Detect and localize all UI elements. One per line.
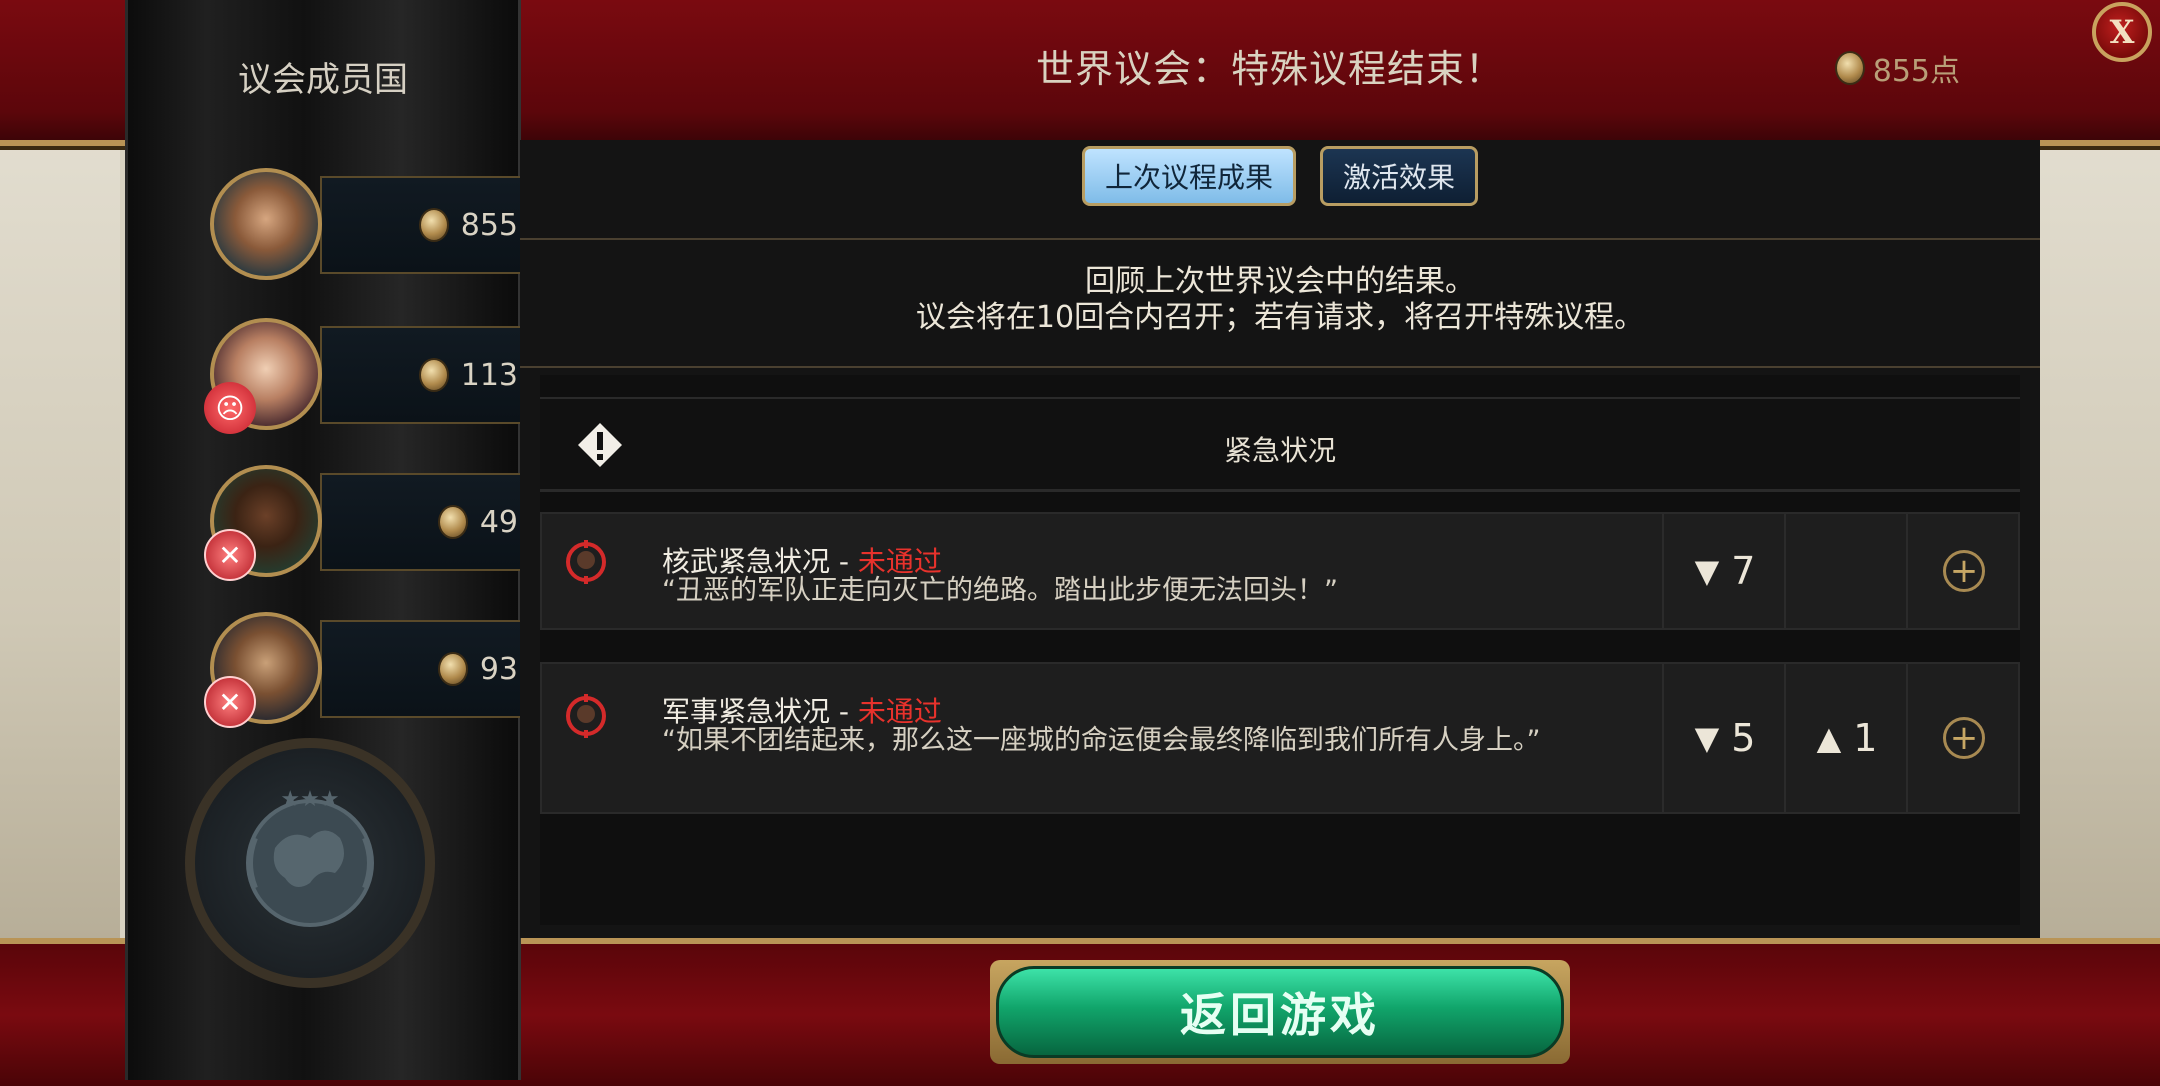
- favor-coin-icon: [437, 652, 468, 686]
- votes-for-count: 1: [1853, 716, 1878, 760]
- thumbs-down-icon: ▼: [1694, 552, 1720, 590]
- member-score-box: 49: [320, 473, 548, 571]
- resolution-status: 未通过: [857, 545, 942, 578]
- tab-last-agenda-results[interactable]: 上次议程成果: [1081, 146, 1296, 206]
- votes-against-cell: ▼ 5: [1662, 664, 1786, 812]
- resolution-title: 核武紧急状况 - 未通过: [662, 540, 942, 580]
- agenda-panel: 上次议程成果 激活效果 回顾上次世界议会中的结果。 议会将在10回合内召开；若有…: [520, 140, 2040, 938]
- right-wall-decoration: [2040, 140, 2160, 940]
- crossed-swords-icon: ✕: [204, 529, 256, 581]
- emergency-target-icon: [566, 694, 606, 738]
- tab-active-effects[interactable]: 激活效果: [1320, 146, 1479, 206]
- resolution-status: 未通过: [857, 695, 942, 728]
- svg-text:★★★: ★★★: [280, 787, 339, 812]
- resolution-name: 军事紧急状况: [662, 695, 831, 728]
- member-score: 93: [479, 651, 518, 687]
- expand-details-button[interactable]: +: [1943, 717, 1985, 759]
- resolution-quote: “丑恶的军队正走向灭亡的绝路。踏出此步便无法回头！”: [662, 575, 1338, 606]
- resolution-name: 核武紧急状况: [662, 545, 831, 578]
- angry-face-icon: ☹: [204, 382, 256, 434]
- return-to-game-button[interactable]: 返回游戏: [996, 966, 1564, 1058]
- emergency-target-icon: [566, 540, 606, 584]
- points-value: 855点: [1872, 54, 1960, 89]
- favor-coin-icon: [418, 358, 449, 392]
- description-line-1: 回顾上次世界议会中的结果。: [1085, 264, 1475, 299]
- member-row[interactable]: 855: [210, 168, 550, 280]
- left-wall-decoration: [0, 140, 120, 940]
- member-row[interactable]: 113 ☹: [204, 318, 550, 434]
- favor-coin-icon: [1834, 51, 1865, 85]
- member-score-box: 113: [320, 326, 548, 424]
- thumbs-up-icon: ▲: [1816, 719, 1842, 757]
- crossed-swords-icon: ✕: [204, 676, 256, 728]
- diplomatic-points: 855点: [1834, 46, 1960, 90]
- page-title: 世界议会：特殊议程结束！: [1035, 47, 1504, 91]
- section-title: 紧急状况: [1223, 434, 1336, 467]
- member-score-box: 855: [320, 176, 548, 274]
- favor-coin-icon: [418, 208, 449, 242]
- member-score: 113: [460, 357, 518, 393]
- votes-against-cell: ▼ 7: [1662, 514, 1786, 628]
- member-score: 49: [479, 504, 518, 540]
- member-row[interactable]: 93 ✕: [204, 612, 550, 728]
- resolution-quote: “如果不团结起来，那么这一座城的命运便会最终降临到我们所有人身上。”: [662, 725, 1541, 756]
- expand-details-button[interactable]: +: [1943, 550, 1985, 592]
- agenda-description: 回顾上次世界议会中的结果。 议会将在10回合内召开；若有请求，将召开特殊议程。: [520, 238, 2040, 368]
- resolution-row[interactable]: 核武紧急状况 - 未通过 “丑恶的军队正走向灭亡的绝路。踏出此步便无法回头！” …: [540, 512, 2020, 630]
- favor-coin-icon: [437, 505, 468, 539]
- title-separator: -: [830, 695, 858, 728]
- resolution-title: 军事紧急状况 - 未通过: [662, 690, 942, 730]
- member-score-box: 93: [320, 620, 548, 718]
- close-button[interactable]: X: [2092, 2, 2152, 62]
- member-row[interactable]: 49 ✕: [204, 465, 550, 581]
- resolution-list: 紧急状况 核武紧急状况 - 未通过 “丑恶的军队正走向灭亡的绝路。踏出此步便无法…: [540, 375, 2020, 925]
- votes-against-count: 7: [1731, 549, 1756, 593]
- leader-portrait[interactable]: [210, 168, 322, 280]
- thumbs-down-icon: ▼: [1694, 719, 1720, 757]
- title-separator: -: [830, 545, 858, 578]
- votes-against-count: 5: [1731, 716, 1756, 760]
- description-line-2: 议会将在10回合内召开；若有请求，将召开特殊议程。: [915, 300, 1645, 335]
- votes-for-cell: [1784, 514, 1908, 628]
- expand-cell: +: [1906, 514, 2020, 628]
- world-congress-emblem-icon: ★★★: [185, 738, 435, 988]
- sidebar-title: 议会成员国: [238, 60, 408, 100]
- tab-bar: 上次议程成果 激活效果: [520, 146, 2040, 206]
- votes-for-cell: ▲ 1: [1784, 664, 1908, 812]
- emergency-section-header: 紧急状况: [540, 397, 2020, 492]
- member-score: 855: [460, 207, 518, 243]
- expand-cell: +: [1906, 664, 2020, 812]
- resolution-row[interactable]: 军事紧急状况 - 未通过 “如果不团结起来，那么这一座城的命运便会最终降临到我们…: [540, 662, 2020, 814]
- return-button-frame: 返回游戏: [990, 960, 1570, 1064]
